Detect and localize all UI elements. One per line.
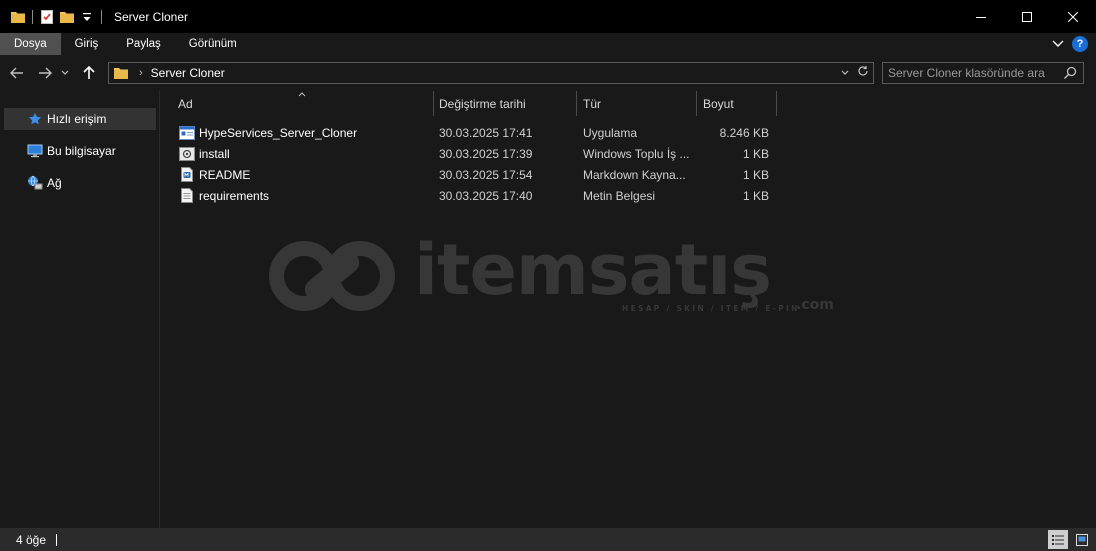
file-name: README xyxy=(199,167,251,182)
table-row[interactable]: README 30.03.2025 17:54 Markdown Kayna..… xyxy=(160,164,780,185)
status-divider xyxy=(56,533,58,546)
file-name-cell[interactable]: requirements xyxy=(179,185,269,206)
file-date: 30.03.2025 17:41 xyxy=(439,125,533,140)
file-size: 8.246 KB xyxy=(719,125,769,140)
column-header-label: Değiştirme tarihi xyxy=(439,96,526,111)
address-dropdown-icon[interactable] xyxy=(841,67,849,79)
sidebar-item-label: Bu bilgisayar xyxy=(47,144,116,158)
ribbon-tabs: Dosya Giriş Paylaş Görünüm ? xyxy=(0,33,1096,55)
batch-file-icon xyxy=(179,146,195,162)
file-name-cell[interactable]: install xyxy=(179,143,230,164)
sidebar-item-quick-access[interactable]: Hızlı erişim xyxy=(4,108,156,130)
watermark-tagline: HESAP / SKIN / ITEM / E-PIN xyxy=(622,304,800,313)
watermark-logo-icon xyxy=(269,241,395,311)
file-date: 30.03.2025 17:40 xyxy=(439,188,533,203)
file-date: 30.03.2025 17:39 xyxy=(439,146,533,161)
column-header-name[interactable]: Ad xyxy=(172,91,434,116)
forward-arrow-icon[interactable] xyxy=(34,62,56,84)
back-arrow-icon[interactable] xyxy=(6,62,28,84)
details-view-icon[interactable] xyxy=(1048,530,1068,549)
search-icon[interactable] xyxy=(1063,66,1077,83)
tab-home[interactable]: Giriş xyxy=(61,33,113,55)
table-row[interactable]: requirements 30.03.2025 17:40 Metin Belg… xyxy=(160,185,780,206)
markdown-file-icon xyxy=(179,167,195,183)
title-bar: Server Cloner xyxy=(0,0,1096,33)
maximize-button[interactable] xyxy=(1004,0,1050,33)
column-header-label: Tür xyxy=(583,96,601,111)
folder-icon xyxy=(113,65,129,81)
network-icon xyxy=(26,175,44,191)
explorer-window: Server Cloner Dosya Giriş Paylaş Görünüm… xyxy=(0,0,1096,551)
tab-view[interactable]: Görünüm xyxy=(175,33,251,55)
large-icons-view-icon[interactable] xyxy=(1072,530,1092,549)
new-folder-icon[interactable] xyxy=(59,9,75,25)
breadcrumb[interactable]: Server Cloner xyxy=(151,66,225,80)
window-controls xyxy=(958,0,1096,33)
file-date: 30.03.2025 17:54 xyxy=(439,167,533,182)
status-bar: 4 öğe xyxy=(0,528,1096,551)
file-list-view: itemsatış HESAP / SKIN / ITEM / E-PIN .c… xyxy=(160,91,1096,528)
file-rows: HypeServices_Server_Cloner 30.03.2025 17… xyxy=(160,122,780,206)
file-name: requirements xyxy=(199,188,270,203)
navigation-pane: Hızlı erişim Bu bilgisayar Ağ xyxy=(0,91,159,528)
sidebar-item-label: Ağ xyxy=(47,176,62,190)
table-row[interactable]: install 30.03.2025 17:39 Windows Toplu İ… xyxy=(160,143,780,164)
tab-share[interactable]: Paylaş xyxy=(112,33,175,55)
toolbar-divider xyxy=(101,9,102,24)
minimize-button[interactable] xyxy=(958,0,1004,33)
quick-access-toolbar xyxy=(0,0,108,33)
computer-icon xyxy=(26,143,44,159)
watermark: itemsatış HESAP / SKIN / ITEM / E-PIN .c… xyxy=(264,229,844,321)
sidebar-item-this-pc[interactable]: Bu bilgisayar xyxy=(4,140,156,162)
breadcrumb-chevron-icon[interactable]: › xyxy=(139,67,143,79)
file-size: 1 KB xyxy=(742,188,769,203)
star-icon xyxy=(26,111,44,127)
column-header-type[interactable]: Tür xyxy=(577,91,697,116)
properties-icon[interactable] xyxy=(39,9,55,25)
address-bar-actions xyxy=(841,65,869,80)
column-divider[interactable] xyxy=(776,91,777,116)
file-name: HypeServices_Server_Cloner xyxy=(199,125,358,140)
tab-file[interactable]: Dosya xyxy=(0,33,61,55)
refresh-icon[interactable] xyxy=(857,65,869,80)
file-name-cell[interactable]: HypeServices_Server_Cloner xyxy=(179,122,357,143)
navigation-bar: › Server Cloner xyxy=(0,55,1096,91)
column-header-date[interactable]: Değiştirme tarihi xyxy=(433,91,577,116)
customize-toolbar-icon[interactable] xyxy=(79,9,95,25)
column-header-label: Ad xyxy=(178,96,193,111)
file-size: 1 KB xyxy=(742,146,769,161)
column-headers: Ad Değiştirme tarihi Tür Boyut xyxy=(160,91,800,116)
search-box[interactable] xyxy=(882,62,1084,84)
file-type: Uygulama xyxy=(583,125,638,140)
column-header-size[interactable]: Boyut xyxy=(697,91,777,116)
item-count: 4 öğe xyxy=(16,532,47,547)
file-type: Windows Toplu İş ... xyxy=(583,146,690,161)
sidebar-item-label: Hızlı erişim xyxy=(47,112,107,126)
file-name: install xyxy=(199,146,230,161)
application-icon xyxy=(179,125,195,141)
close-button[interactable] xyxy=(1050,0,1096,33)
column-header-label: Boyut xyxy=(703,96,734,111)
folder-icon xyxy=(10,9,26,25)
file-name-cell[interactable]: README xyxy=(179,164,250,185)
view-toggle xyxy=(1048,530,1092,549)
toolbar-divider xyxy=(32,9,33,24)
sidebar-item-network[interactable]: Ağ xyxy=(4,172,156,194)
watermark-brand: itemsatış xyxy=(414,229,772,311)
watermark-suffix: .com xyxy=(796,297,834,313)
table-row[interactable]: HypeServices_Server_Cloner 30.03.2025 17… xyxy=(160,122,780,143)
up-arrow-icon[interactable] xyxy=(78,62,100,84)
text-file-icon xyxy=(179,188,195,204)
help-icon[interactable]: ? xyxy=(1072,36,1088,52)
ribbon-right-controls: ? xyxy=(1052,35,1088,53)
search-input[interactable] xyxy=(883,66,1059,80)
recent-locations-chevron-icon[interactable] xyxy=(58,62,72,84)
file-type: Metin Belgesi xyxy=(583,188,656,203)
window-title: Server Cloner xyxy=(114,9,189,24)
file-type: Markdown Kayna... xyxy=(583,167,686,182)
file-size: 1 KB xyxy=(742,167,769,182)
expand-ribbon-icon[interactable] xyxy=(1052,37,1064,51)
address-bar[interactable]: › Server Cloner xyxy=(108,62,874,84)
